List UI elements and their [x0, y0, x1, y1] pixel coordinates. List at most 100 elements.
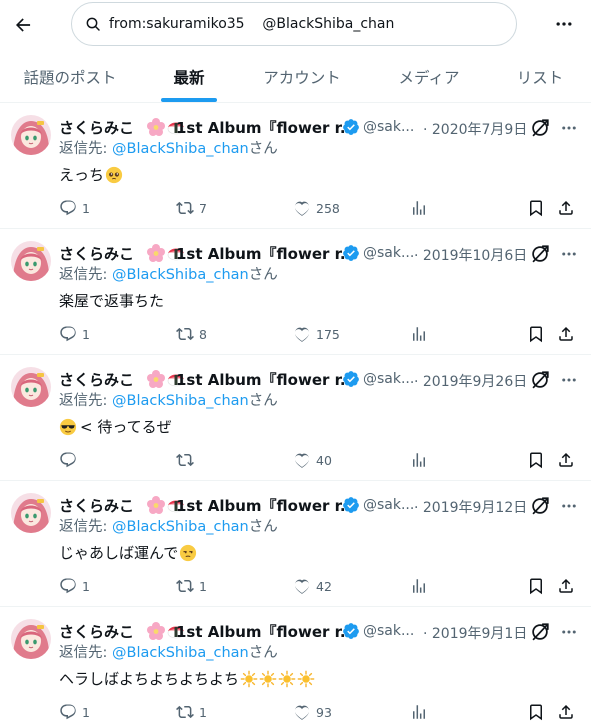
reply-mention-link[interactable]: @BlackShiba_chan: [112, 393, 249, 409]
avatar[interactable]: [11, 619, 51, 659]
like-button[interactable]: 42: [293, 575, 332, 597]
verified-badge-icon[interactable]: [342, 622, 360, 640]
author-name-suffix[interactable]: 1st Album『flower r...: [176, 369, 357, 390]
like-button[interactable]: 175: [293, 323, 340, 345]
share-button[interactable]: [557, 323, 575, 345]
repost-button[interactable]: 7: [176, 197, 207, 219]
tab-latest[interactable]: 最新: [161, 52, 217, 102]
reply-count: 1: [82, 326, 90, 342]
views-button[interactable]: [410, 449, 428, 471]
share-button[interactable]: [557, 197, 575, 219]
grok-icon[interactable]: [529, 621, 551, 643]
share-button[interactable]: [557, 449, 575, 471]
verified-badge-icon[interactable]: [342, 370, 360, 388]
author-handle[interactable]: @sak...: [363, 119, 414, 135]
verified-badge-icon[interactable]: [342, 496, 360, 514]
verified-badge-icon[interactable]: [342, 118, 360, 136]
views-icon: [410, 325, 428, 343]
tweet-text: 楽屋で返事ちた: [59, 290, 164, 311]
bookmark-button[interactable]: [527, 197, 545, 219]
reply-button[interactable]: 1: [59, 323, 90, 345]
avatar[interactable]: [11, 115, 51, 155]
back-arrow-icon[interactable]: [6, 8, 40, 42]
like-icon: [293, 703, 311, 721]
share-button[interactable]: [557, 575, 575, 597]
bookmark-button[interactable]: [527, 575, 545, 597]
more-icon[interactable]: [557, 242, 581, 266]
tweet-actions: 1 1 93: [59, 701, 584, 721]
author-name-suffix[interactable]: 1st Album『flower r...: [176, 243, 357, 264]
author-name[interactable]: さくらみこ: [59, 369, 134, 390]
avatar[interactable]: [11, 493, 51, 533]
more-icon[interactable]: [557, 620, 581, 644]
cherry-blossom-emoji-icon: [146, 369, 166, 389]
search-query: from:sakuramiko35 @BlackShiba_chan: [109, 16, 395, 32]
tweet-date[interactable]: · 2019年9月26日: [414, 371, 527, 391]
views-button[interactable]: [410, 575, 428, 597]
reply-mention-link[interactable]: @BlackShiba_chan: [112, 141, 249, 157]
tab-top[interactable]: 話題のポスト: [14, 52, 126, 102]
tab-lists[interactable]: リスト: [508, 52, 572, 102]
grok-icon[interactable]: [529, 495, 551, 517]
reply-mention-link[interactable]: @BlackShiba_chan: [112, 267, 249, 283]
author-handle[interactable]: @sak...: [363, 623, 414, 639]
bookmark-icon: [527, 577, 545, 595]
more-options-icon[interactable]: [548, 8, 580, 40]
tab-media[interactable]: メディア: [389, 52, 469, 102]
reply-button[interactable]: 1: [59, 197, 90, 219]
author-name[interactable]: さくらみこ: [59, 117, 134, 138]
avatar[interactable]: [11, 367, 51, 407]
tweet-card[interactable]: さくらみこ 1st Album『flower r... @sak... · 20…: [0, 481, 591, 607]
like-button[interactable]: 258: [293, 197, 340, 219]
reply-count: 1: [82, 704, 90, 720]
tweet-card[interactable]: さくらみこ 1st Album『flower r... @sak... · 20…: [0, 355, 591, 481]
author-name-suffix[interactable]: 1st Album『flower r...: [176, 117, 357, 138]
repost-count: 7: [199, 200, 207, 216]
author-handle[interactable]: @sak...: [363, 371, 414, 387]
author-name-suffix[interactable]: 1st Album『flower r...: [176, 621, 357, 642]
repost-button[interactable]: 8: [176, 323, 207, 345]
tweet-header: さくらみこ 1st Album『flower r... @sak... · 20…: [59, 494, 584, 516]
tweet-card[interactable]: さくらみこ 1st Album『flower r... @sak... · 20…: [0, 103, 591, 229]
tweet-card[interactable]: さくらみこ 1st Album『flower r... @sak... · 20…: [0, 607, 591, 721]
reply-mention-link[interactable]: @BlackShiba_chan: [112, 645, 249, 661]
repost-button[interactable]: [176, 449, 199, 471]
grok-icon[interactable]: [529, 369, 551, 391]
reply-button[interactable]: 1: [59, 575, 90, 597]
author-name[interactable]: さくらみこ: [59, 621, 134, 642]
author-name[interactable]: さくらみこ: [59, 495, 134, 516]
bookmark-button[interactable]: [527, 323, 545, 345]
tweet-date[interactable]: · 2019年10月6日: [414, 245, 527, 265]
grok-icon[interactable]: [529, 117, 551, 139]
views-button[interactable]: [410, 197, 428, 219]
author-name-suffix[interactable]: 1st Album『flower r...: [176, 495, 357, 516]
tweet-date[interactable]: · 2019年9月12日: [414, 497, 527, 517]
verified-badge-icon[interactable]: [342, 244, 360, 262]
tweet-date[interactable]: · 2020年7月9日: [423, 119, 527, 139]
author-handle[interactable]: @sak...: [363, 245, 414, 261]
like-button[interactable]: 93: [293, 701, 332, 721]
more-icon[interactable]: [557, 494, 581, 518]
reply-button[interactable]: 1: [59, 701, 90, 721]
search-input[interactable]: from:sakuramiko35 @BlackShiba_chan: [71, 2, 517, 46]
views-button[interactable]: [410, 701, 428, 721]
repost-button[interactable]: 1: [176, 575, 207, 597]
bookmark-button[interactable]: [527, 701, 545, 721]
repost-button[interactable]: 1: [176, 701, 207, 721]
tweet-actions: 1 1 42: [59, 575, 584, 597]
avatar[interactable]: [11, 241, 51, 281]
reply-mention-link[interactable]: @BlackShiba_chan: [112, 519, 249, 535]
tab-people[interactable]: アカウント: [254, 52, 350, 102]
tweet-date[interactable]: · 2019年9月1日: [423, 623, 527, 643]
author-name[interactable]: さくらみこ: [59, 243, 134, 264]
bookmark-button[interactable]: [527, 449, 545, 471]
views-button[interactable]: [410, 323, 428, 345]
like-button[interactable]: 40: [293, 449, 332, 471]
grok-icon[interactable]: [529, 243, 551, 265]
tweet-card[interactable]: さくらみこ 1st Album『flower r... @sak... · 20…: [0, 229, 591, 355]
reply-button[interactable]: [59, 449, 82, 471]
more-icon[interactable]: [557, 368, 581, 392]
author-handle[interactable]: @sak...: [363, 497, 414, 513]
more-icon[interactable]: [557, 116, 581, 140]
share-button[interactable]: [557, 701, 575, 721]
